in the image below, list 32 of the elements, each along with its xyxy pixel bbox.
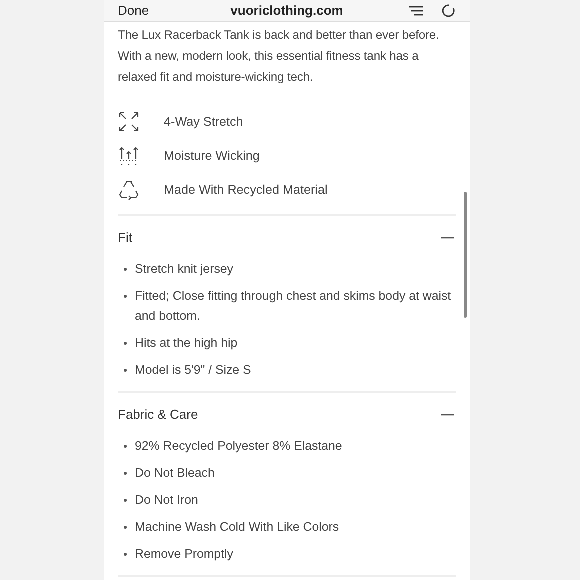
recycle-icon (118, 179, 140, 201)
list-item-text: Do Not Iron (135, 492, 198, 509)
list-item-text: Stretch knit jersey (135, 261, 234, 278)
upward-arrows-icon (118, 145, 140, 167)
list-item-text: Remove Promptly (135, 546, 234, 563)
list-item-text: Fitted; Close fitting through chest and skims body at waist and bottom. (135, 288, 452, 325)
list-item-text: 92% Recycled Polyester 8% Elastane (135, 438, 342, 455)
scrollbar[interactable] (464, 192, 467, 318)
arrows-icon (118, 111, 140, 133)
feature-label: 4-Way Stretch (164, 115, 244, 129)
bullet-icon (124, 499, 127, 502)
list-item-text: Model is 5'9" / Size S (135, 362, 252, 379)
feature-label: Moisture Wicking (164, 149, 260, 163)
accordion-header[interactable]: Fabric & Care (118, 393, 456, 436)
menu-icon[interactable] (408, 4, 424, 16)
bullet-icon (124, 295, 127, 298)
address-text[interactable]: vuoriclothing.com (230, 3, 344, 18)
list-item-text: Hits at the high hip (135, 335, 238, 352)
bullet-icon (124, 445, 127, 448)
list-item-text: Machine Wash Cold With Like Colors (135, 519, 340, 536)
done-button[interactable]: Done (118, 3, 150, 18)
bullet-icon (124, 526, 127, 529)
description-text: The Lux Racerback Tank is back and better than ever before. With a new, modern look, this essential fitness tank has a relaxed fit and moisture-wicking tech. (118, 27, 440, 86)
reload-icon[interactable] (442, 4, 456, 18)
feature-label: Made With Recycled Material (164, 183, 328, 197)
bullet-icon (124, 369, 127, 372)
bullet-icon (124, 472, 127, 475)
bullet-icon (124, 268, 127, 271)
bullet-icon (124, 553, 127, 556)
bullet-icon (124, 342, 127, 345)
list-item-text: Do Not Bleach (135, 465, 215, 482)
accordion-header[interactable]: Fit (118, 216, 456, 259)
